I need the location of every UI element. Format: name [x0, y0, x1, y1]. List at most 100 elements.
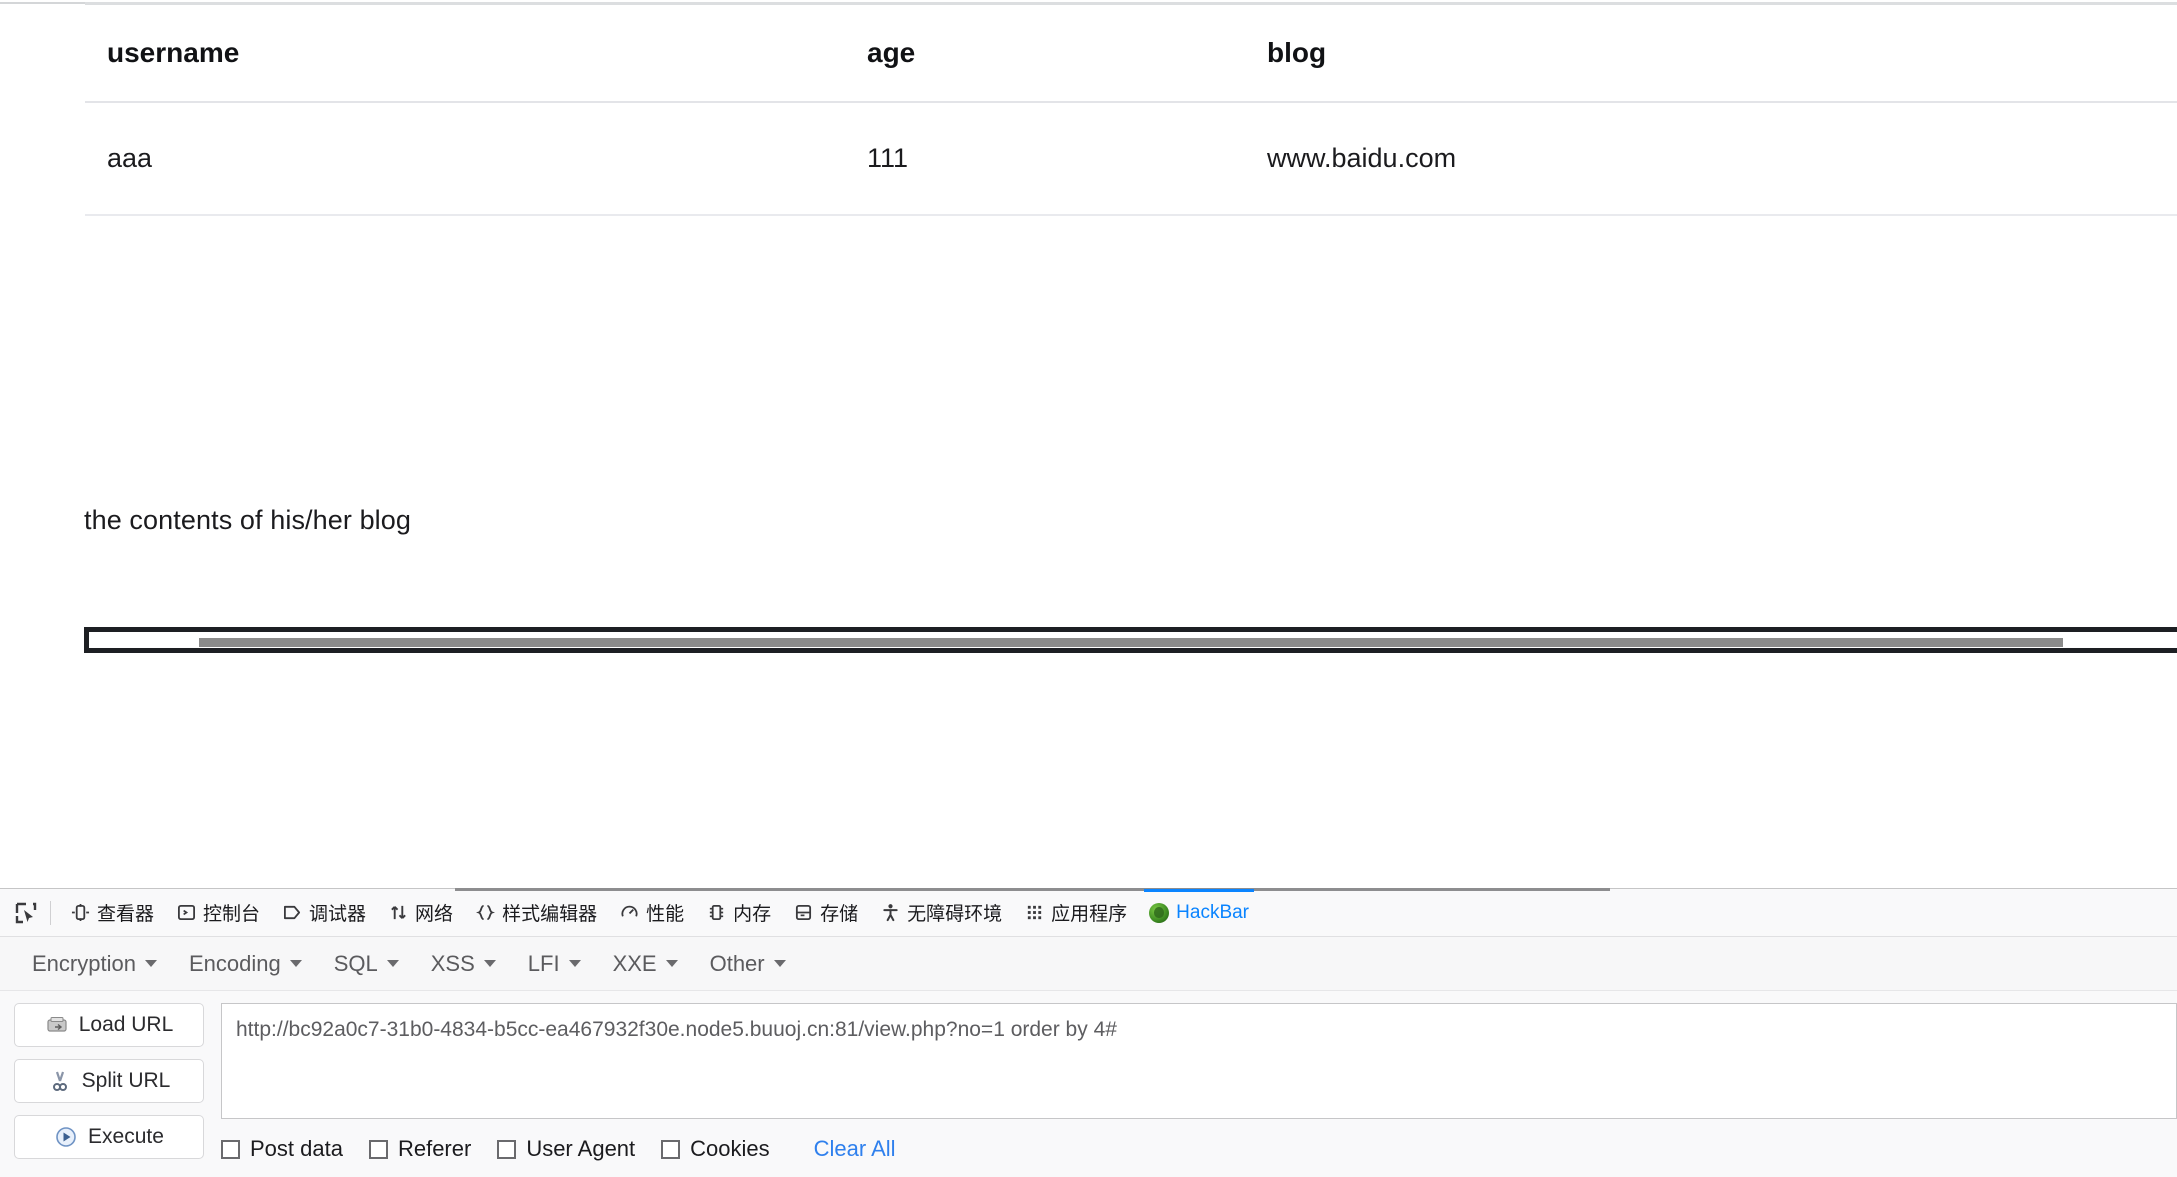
- referer-checkbox[interactable]: [368, 1139, 388, 1159]
- tab-label: 存储: [820, 904, 859, 925]
- menu-xss[interactable]: XSS: [417, 945, 510, 983]
- option-cookies[interactable]: Cookies: [661, 1136, 770, 1162]
- tab-inspector[interactable]: 查看器: [59, 889, 165, 936]
- tab-label: 样式编辑器: [502, 904, 598, 925]
- cell-age: 111: [845, 102, 1245, 216]
- chevron-down-icon: [289, 960, 302, 967]
- inspector-icon: [70, 903, 90, 923]
- hackbar-icon: [1149, 902, 1170, 923]
- element-picker-icon[interactable]: [8, 896, 44, 930]
- split-url-icon: [48, 1069, 72, 1093]
- option-user-agent[interactable]: User Agent: [497, 1136, 635, 1162]
- hackbar-action-buttons: Load URL Split URL Execute: [14, 1003, 204, 1162]
- tab-memory[interactable]: 内存: [695, 889, 782, 936]
- blog-contents-text: the contents of his/her blog: [84, 505, 412, 535]
- menu-label: Other: [709, 950, 765, 976]
- horizontal-scrollbar-thumb[interactable]: [199, 638, 2063, 647]
- tab-label: 调试器: [309, 904, 367, 925]
- cookies-checkbox[interactable]: [661, 1139, 681, 1159]
- tab-label: 性能: [646, 904, 685, 925]
- menu-label: Encoding: [188, 950, 281, 976]
- table-row: aaa 111 www.baidu.com: [85, 102, 2177, 216]
- tab-style-editor[interactable]: 样式编辑器: [464, 889, 608, 936]
- debugger-icon: [282, 903, 302, 923]
- menu-xxe[interactable]: XXE: [599, 945, 692, 983]
- chevron-down-icon: [665, 960, 678, 967]
- option-label: Post data: [250, 1136, 343, 1161]
- menu-label: LFI: [527, 950, 560, 976]
- user-agent-checkbox[interactable]: [497, 1139, 517, 1159]
- tab-performance[interactable]: 性能: [608, 889, 695, 936]
- option-post-data[interactable]: Post data: [221, 1136, 343, 1162]
- clear-all-link[interactable]: Clear All: [814, 1136, 896, 1162]
- hackbar-body: Load URL Split URL Execute http://bc92a0…: [0, 991, 2177, 1162]
- menu-label: Encryption: [32, 950, 136, 976]
- hackbar-options-row: Post data Referer User Agent Cookies Cle…: [221, 1119, 2177, 1162]
- option-label: Cookies: [690, 1136, 770, 1161]
- column-header-username: username: [85, 5, 845, 103]
- url-input[interactable]: [221, 1003, 2177, 1119]
- execute-button[interactable]: Execute: [14, 1115, 204, 1159]
- table-header-row: username age blog: [85, 5, 2177, 103]
- menu-encoding[interactable]: Encoding: [175, 945, 316, 983]
- tab-console[interactable]: 控制台: [165, 889, 271, 936]
- tab-application[interactable]: 应用程序: [1013, 889, 1138, 936]
- execute-icon: [54, 1125, 78, 1149]
- load-url-icon: [45, 1013, 69, 1037]
- menu-sql[interactable]: SQL: [320, 945, 413, 983]
- tab-label: HackBar: [1176, 901, 1250, 923]
- hackbar-menubar: Encryption Encoding SQL XSS LFI XXE Othe…: [0, 937, 2177, 991]
- accessibility-icon: [880, 903, 900, 923]
- web-page-content: username age blog aaa 111 www.baidu.com …: [0, 0, 2177, 888]
- menu-label: SQL: [333, 950, 378, 976]
- column-header-age: age: [845, 5, 1245, 103]
- chevron-down-icon: [483, 960, 496, 967]
- option-label: User Agent: [526, 1136, 636, 1161]
- content-horizontal-scroll-box[interactable]: [84, 627, 2177, 653]
- column-header-blog: blog: [1245, 5, 2177, 103]
- cell-username: aaa: [85, 102, 845, 216]
- tab-label: 应用程序: [1051, 904, 1128, 925]
- chevron-down-icon: [144, 960, 157, 967]
- cell-blog: www.baidu.com: [1245, 102, 2177, 216]
- tab-label: 内存: [733, 904, 772, 925]
- performance-icon: [619, 903, 639, 923]
- menu-other[interactable]: Other: [696, 945, 800, 983]
- tab-debugger[interactable]: 调试器: [271, 889, 377, 936]
- style-editor-icon: [475, 903, 495, 923]
- tab-hackbar[interactable]: HackBar: [1138, 889, 1260, 936]
- application-icon: [1024, 903, 1044, 923]
- menu-label: XSS: [430, 950, 475, 976]
- devtools-toolbar: 查看器 控制台 调试器 网络 样式编辑器 性能 内存 存储 无障碍环境 应用程序…: [0, 888, 2177, 937]
- option-label: Referer: [397, 1136, 472, 1161]
- button-label: Execute: [88, 1125, 164, 1148]
- menu-label: XXE: [612, 950, 657, 976]
- button-label: Split URL: [81, 1069, 171, 1092]
- console-icon: [176, 903, 196, 923]
- option-referer[interactable]: Referer: [368, 1136, 472, 1162]
- tab-label: 控制台: [203, 904, 261, 925]
- devtools-panel: 查看器 控制台 调试器 网络 样式编辑器 性能 内存 存储 无障碍环境 应用程序…: [0, 888, 2177, 1177]
- chevron-down-icon: [568, 960, 581, 967]
- hackbar-url-area: Post data Referer User Agent Cookies Cle…: [204, 1003, 2177, 1162]
- query-result-table: username age blog aaa 111 www.baidu.com: [85, 5, 2177, 216]
- button-label: Load URL: [78, 1013, 174, 1036]
- network-icon: [388, 903, 408, 923]
- chevron-down-icon: [386, 960, 399, 967]
- tab-label: 查看器: [97, 904, 155, 925]
- menu-encryption[interactable]: Encryption: [18, 945, 171, 983]
- load-url-button[interactable]: Load URL: [14, 1003, 204, 1047]
- tab-accessibility[interactable]: 无障碍环境: [869, 889, 1013, 936]
- storage-icon: [793, 903, 813, 923]
- tab-storage[interactable]: 存储: [782, 889, 869, 936]
- tab-network[interactable]: 网络: [377, 889, 464, 936]
- page-top-edge-left: [0, 2, 85, 4]
- chevron-down-icon: [773, 960, 786, 967]
- toolbar-separator: [50, 900, 51, 925]
- tab-label: 无障碍环境: [907, 904, 1003, 925]
- memory-icon: [706, 903, 726, 923]
- split-url-button[interactable]: Split URL: [14, 1059, 204, 1103]
- post-data-checkbox[interactable]: [221, 1139, 240, 1159]
- menu-lfi[interactable]: LFI: [514, 945, 595, 983]
- tab-label: 网络: [415, 904, 454, 925]
